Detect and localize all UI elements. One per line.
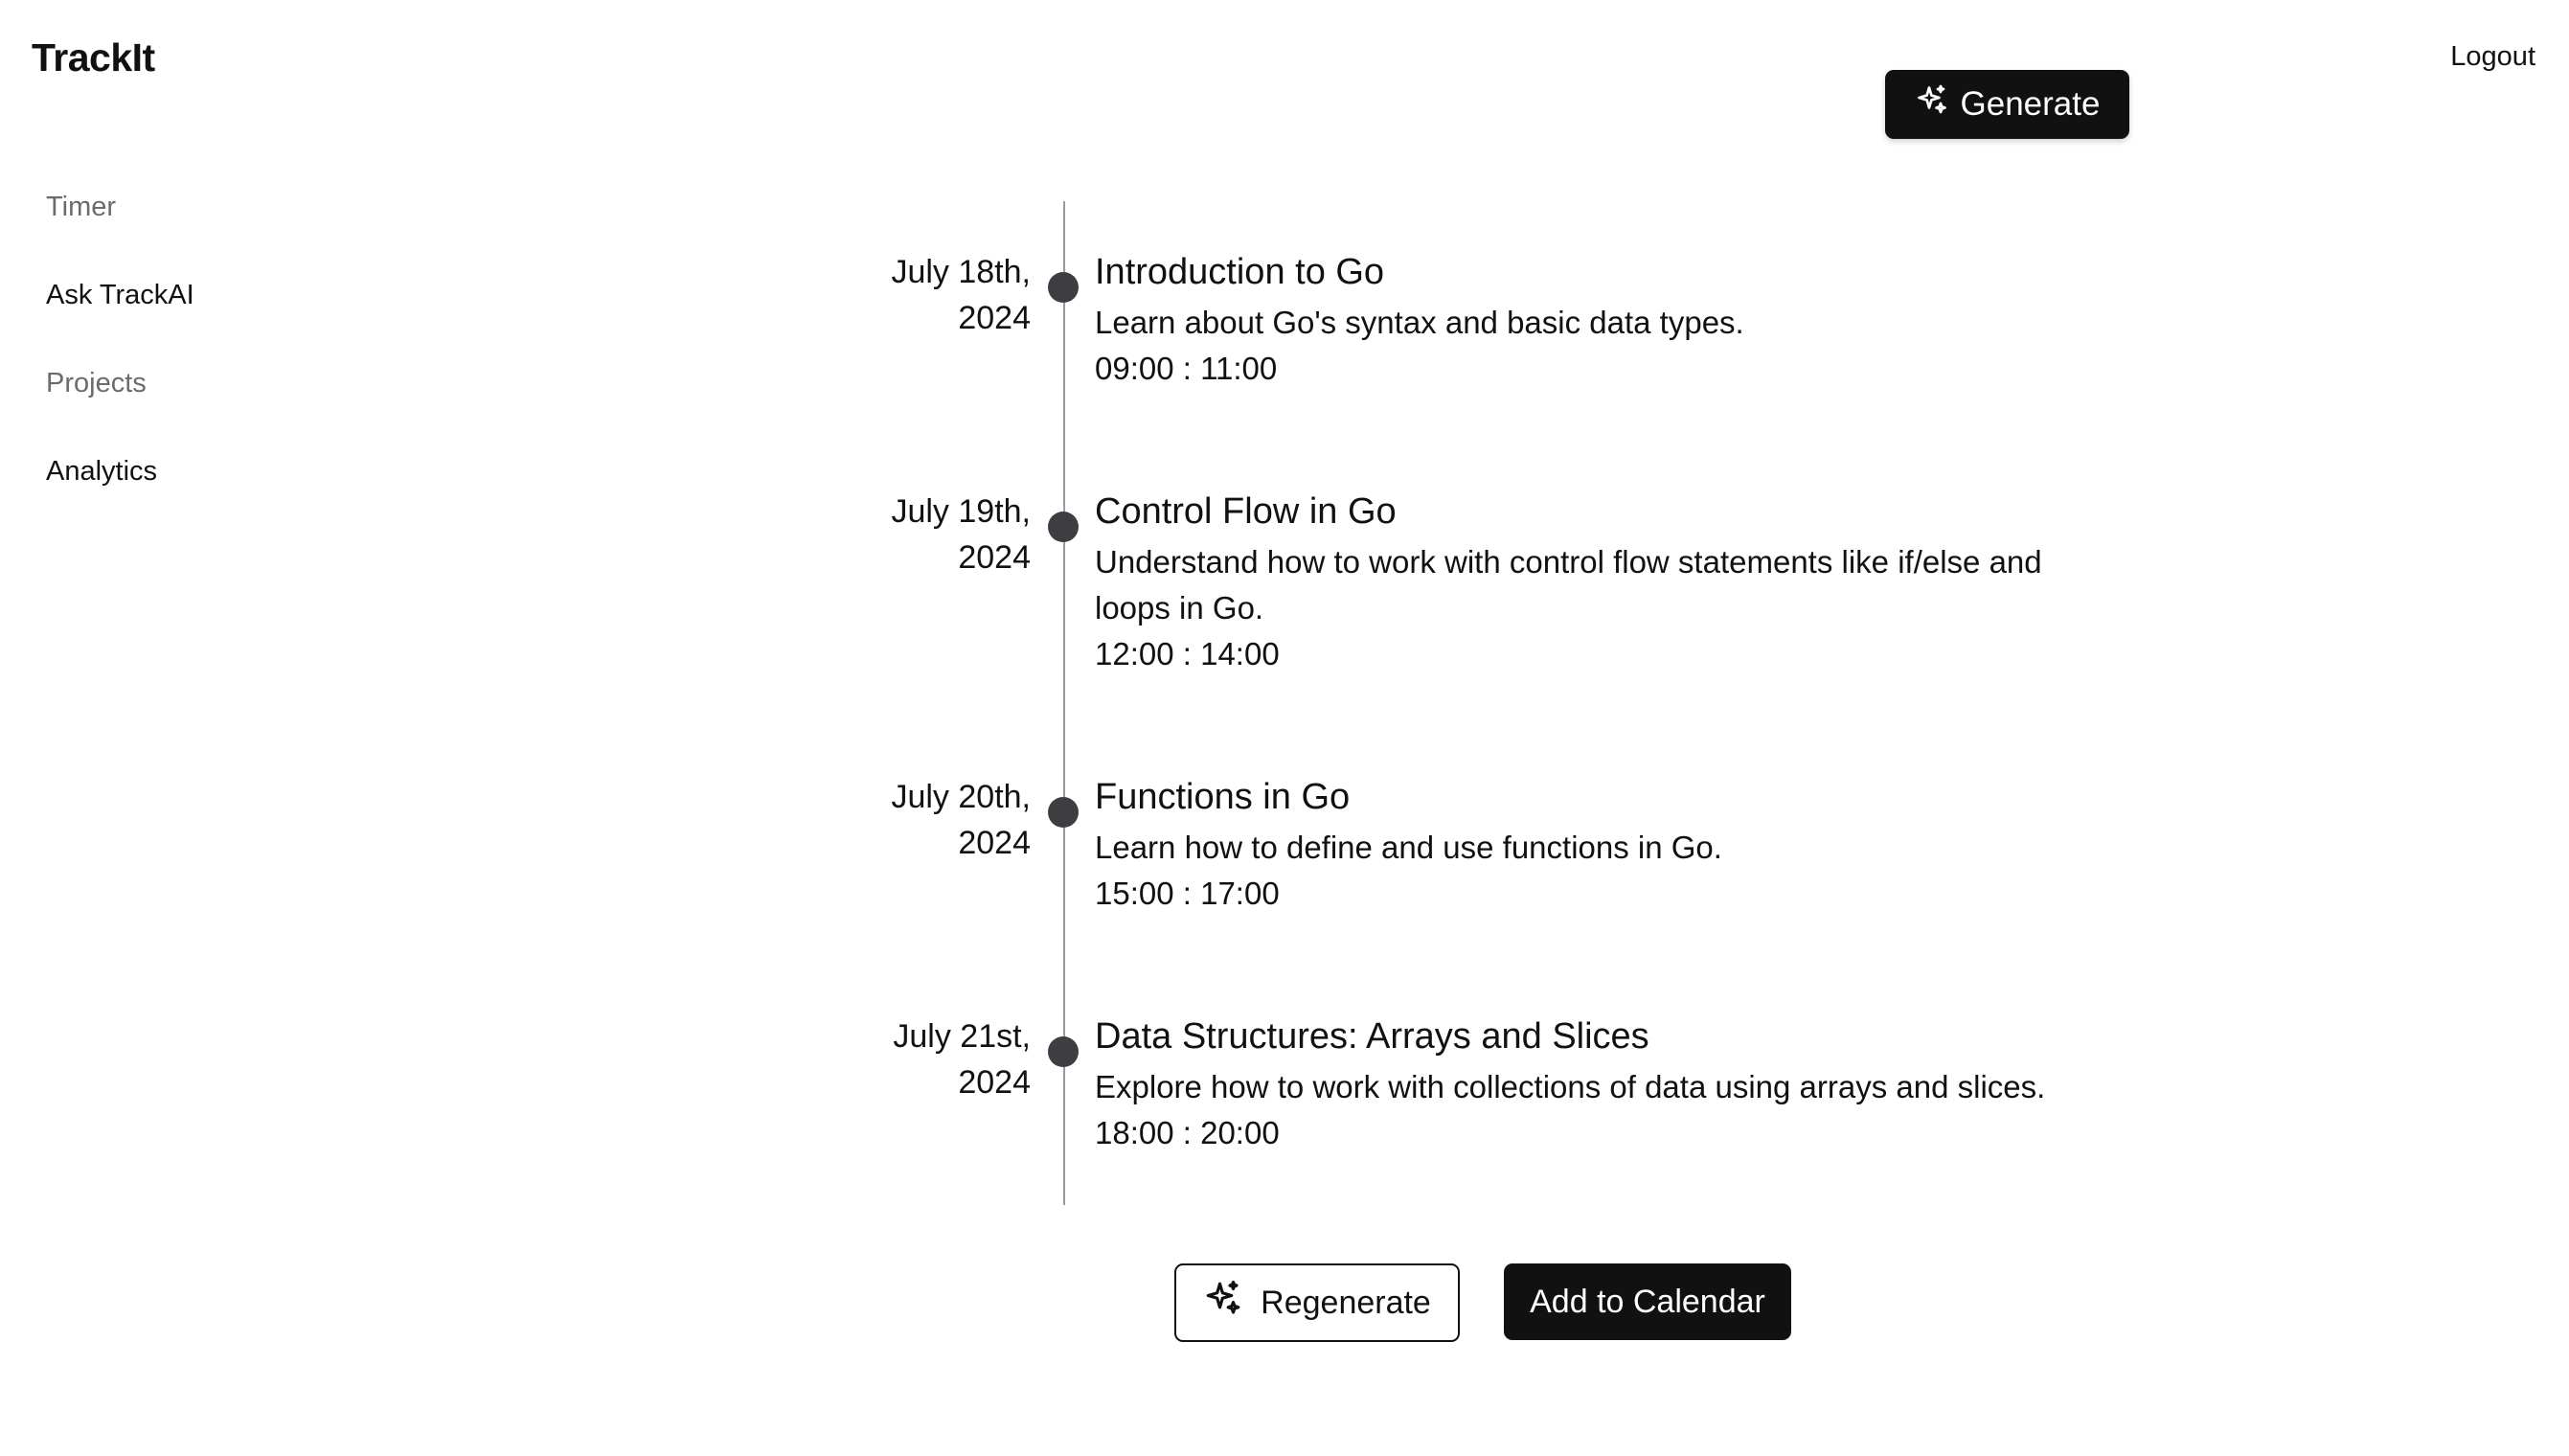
event-date: July 21st, 2024 (743, 1013, 1031, 1105)
timeline-dot (1048, 797, 1079, 828)
event-time: 12:00 : 14:00 (1095, 636, 1280, 671)
generate-button[interactable]: Generate (1885, 70, 2129, 139)
event-description: Explore how to work with collections of … (1095, 1069, 2046, 1104)
timeline-actions: Regenerate Add to Calendar (1174, 1263, 1791, 1342)
event-date-day: July 20th, (891, 779, 1031, 815)
event-body: Data Structures: Arrays and Slices Explo… (1095, 1013, 2072, 1156)
event-date-day: July 21st, (893, 1018, 1031, 1055)
timeline-event: July 21st, 2024 Data Structures: Arrays … (0, 1013, 2569, 1253)
regenerate-button[interactable]: Regenerate (1174, 1263, 1460, 1342)
timeline-event: July 19th, 2024 Control Flow in Go Under… (0, 489, 2569, 728)
event-description: Learn how to define and use functions in… (1095, 830, 1722, 865)
event-date-year: 2024 (958, 1064, 1031, 1101)
event-title: Functions in Go (1095, 777, 1351, 817)
event-title: Introduction to Go (1095, 252, 1385, 292)
sparkles-icon (1203, 1279, 1243, 1328)
app-logo[interactable]: TrackIt (32, 31, 155, 84)
generate-button-label: Generate (1960, 85, 2101, 123)
event-date: July 20th, 2024 (743, 774, 1031, 866)
event-time: 09:00 : 11:00 (1095, 351, 1278, 386)
event-time: 18:00 : 20:00 (1095, 1115, 1280, 1150)
timeline-dot (1048, 512, 1079, 542)
event-description: Understand how to work with control flow… (1095, 544, 2042, 626)
event-date-day: July 18th, (891, 254, 1031, 290)
timeline-dot (1048, 272, 1079, 303)
event-title: Control Flow in Go (1095, 491, 1397, 532)
add-to-calendar-button[interactable]: Add to Calendar (1504, 1263, 1791, 1340)
event-date-year: 2024 (958, 300, 1031, 336)
event-title: Data Structures: Arrays and Slices (1095, 1016, 1649, 1057)
regenerate-button-label: Regenerate (1261, 1284, 1431, 1321)
logout-link[interactable]: Logout (2450, 37, 2535, 76)
sparkles-icon (1915, 83, 1949, 126)
timeline-dot (1048, 1036, 1079, 1067)
event-body: Functions in Go Learn how to define and … (1095, 774, 2072, 917)
timeline-event: July 18th, 2024 Introduction to Go Learn… (0, 249, 2569, 489)
event-body: Control Flow in Go Understand how to wor… (1095, 489, 2072, 677)
event-date-year: 2024 (958, 539, 1031, 576)
event-date-year: 2024 (958, 825, 1031, 861)
event-body: Introduction to Go Learn about Go's synt… (1095, 249, 2072, 392)
event-description: Learn about Go's syntax and basic data t… (1095, 305, 1744, 340)
event-date: July 18th, 2024 (743, 249, 1031, 341)
event-time: 15:00 : 17:00 (1095, 876, 1280, 911)
timeline-event: July 20th, 2024 Functions in Go Learn ho… (0, 774, 2569, 1013)
event-date-day: July 19th, (891, 493, 1031, 530)
event-date: July 19th, 2024 (743, 489, 1031, 580)
